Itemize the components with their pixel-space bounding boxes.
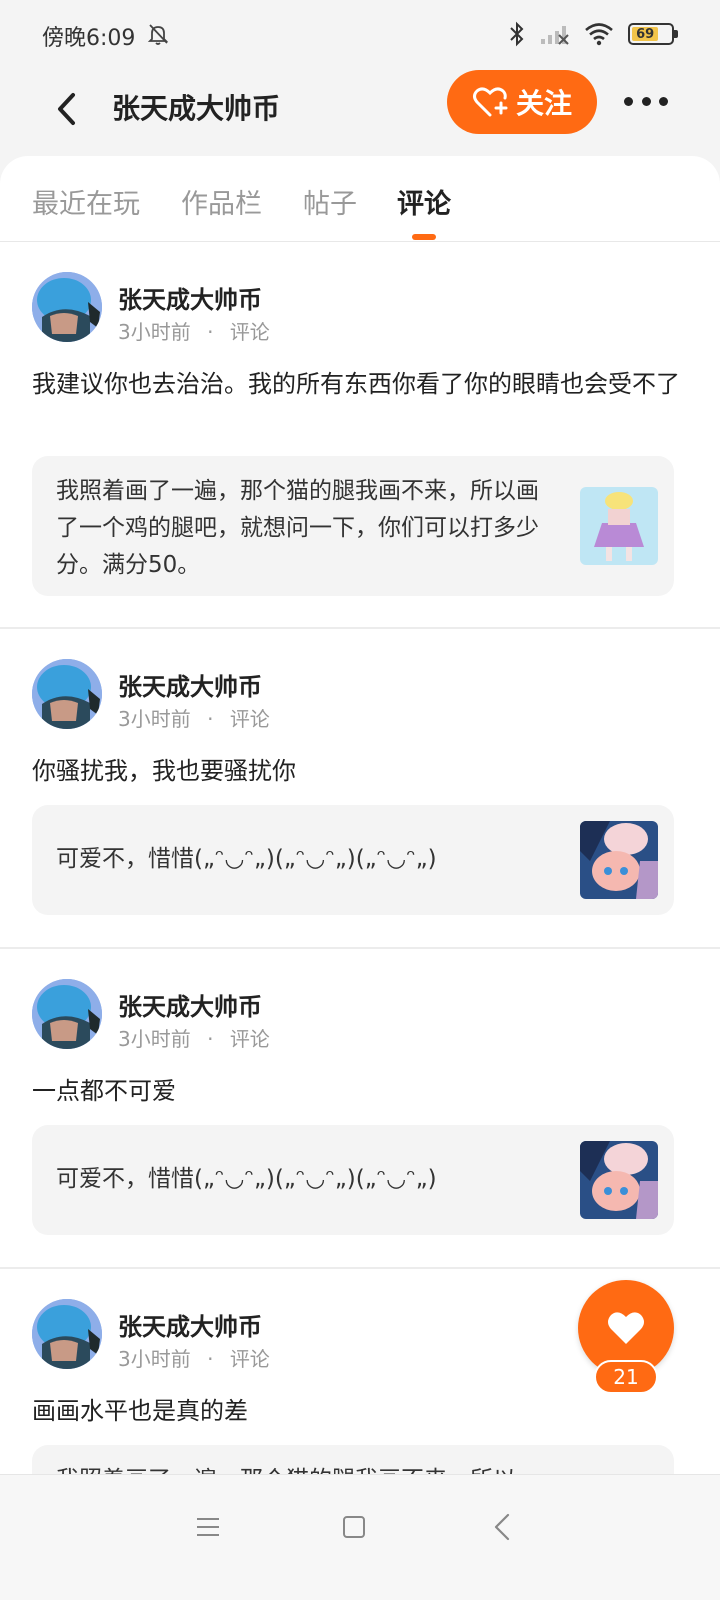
quoted-post-text: 可爱不，惜惜(„ᵔ◡ᵔ„)(„ᵔ◡ᵔ„)(„ᵔ◡ᵔ„)	[56, 1166, 437, 1192]
avatar[interactable]	[32, 1299, 102, 1369]
comment-text: 我建议你也去治治。我的所有东西你看了你的眼睛也会受不了	[32, 370, 680, 398]
more-dot-icon	[659, 96, 668, 106]
follow-button[interactable]: 关注	[447, 70, 597, 134]
battery-level: 69	[632, 27, 659, 42]
heart-plus-icon	[472, 87, 508, 117]
post-meta: 3小时前 · 评论	[118, 1347, 270, 1371]
quoted-post-text: 可爱不，惜惜(„ᵔ◡ᵔ„)(„ᵔ◡ᵔ„)(„ᵔ◡ᵔ„)	[56, 846, 437, 872]
like-count: 21	[594, 1360, 658, 1394]
post-time: 3小时前	[118, 707, 191, 731]
author-name[interactable]: 张天成大帅币	[118, 667, 262, 702]
post-meta: 3小时前 · 评论	[118, 320, 270, 344]
comment-text: 画画水平也是真的差	[32, 1397, 248, 1425]
avatar[interactable]	[32, 272, 102, 342]
post-time: 3小时前	[118, 1347, 191, 1371]
list-item[interactable]: 张天成大帅币 3小时前 · 评论 一点都不可爱 可爱不，惜惜(„ᵔ◡ᵔ„)(„ᵔ…	[0, 949, 720, 1269]
tab-bar: 最近在玩 作品栏 帖子 评论	[0, 156, 720, 242]
avatar[interactable]	[32, 979, 102, 1049]
post-meta: 3小时前 · 评论	[118, 707, 270, 731]
more-dot-icon	[624, 96, 633, 106]
menu-icon	[197, 1518, 219, 1536]
tab-posts[interactable]: 帖子	[303, 182, 357, 221]
post-meta: 3小时前 · 评论	[118, 1027, 270, 1051]
post-type: 评论	[229, 1347, 270, 1371]
square-icon	[343, 1516, 365, 1538]
quoted-post-text: 我照着画了一遍，那个猫的腿我画不来，所以画了一个鸡的腿吧，就想问一下，你们可以打…	[56, 478, 539, 578]
back-button[interactable]	[44, 84, 88, 134]
chevron-left-icon	[58, 93, 75, 125]
list-item[interactable]: 张天成大帅币 3小时前 · 评论 我建议你也去治治。我的所有东西你看了你的眼睛也…	[0, 242, 720, 629]
comment-text: 一点都不可爱	[32, 1077, 176, 1105]
home-button[interactable]	[334, 1507, 374, 1547]
more-dot-icon	[641, 96, 651, 106]
nav-back-button[interactable]	[482, 1507, 522, 1547]
heart-icon	[608, 1312, 644, 1344]
bell-off-icon	[147, 24, 169, 45]
wifi-icon	[585, 23, 613, 46]
active-tab-indicator	[412, 234, 436, 240]
back-triangle-icon	[494, 1513, 510, 1541]
quoted-post-thumbnail[interactable]	[580, 821, 658, 899]
post-time: 3小时前	[118, 320, 191, 344]
system-nav-bar	[0, 1474, 720, 1600]
tab-comments[interactable]: 评论	[397, 182, 451, 221]
comment-text: 你骚扰我，我也要骚扰你	[32, 757, 296, 785]
quoted-post[interactable]: 我照着画了一遍，那个猫的腿我画不来，所以画了一个鸡的腿吧，就想问一下，你们可以打…	[32, 456, 674, 596]
signal-icon	[541, 26, 569, 45]
quoted-post[interactable]: 可爱不，惜惜(„ᵔ◡ᵔ„)(„ᵔ◡ᵔ„)(„ᵔ◡ᵔ„)	[32, 805, 674, 915]
tab-recently-played[interactable]: 最近在玩	[32, 182, 140, 221]
post-time: 3小时前	[118, 1027, 191, 1051]
more-options-button[interactable]	[624, 84, 668, 118]
quoted-post[interactable]: 可爱不，惜惜(„ᵔ◡ᵔ„)(„ᵔ◡ᵔ„)(„ᵔ◡ᵔ„)	[32, 1125, 674, 1235]
page-title: 张天成大帅币	[112, 92, 281, 125]
post-type: 评论	[229, 1027, 270, 1051]
list-item[interactable]: 张天成大帅币 3小时前 · 评论 你骚扰我，我也要骚扰你 可爱不，惜惜(„ᵔ◡ᵔ…	[0, 629, 720, 949]
author-name[interactable]: 张天成大帅币	[118, 280, 262, 315]
follow-label: 关注	[515, 87, 572, 120]
tab-works[interactable]: 作品栏	[181, 182, 262, 221]
avatar[interactable]	[32, 659, 102, 729]
author-name[interactable]: 张天成大帅币	[118, 1307, 262, 1342]
status-time: 傍晚6:09	[42, 26, 136, 51]
menu-button[interactable]	[188, 1507, 228, 1547]
post-type: 评论	[229, 707, 270, 731]
header: 张天成大帅币 关注	[0, 70, 720, 156]
author-name[interactable]: 张天成大帅币	[118, 987, 262, 1022]
bluetooth-icon	[510, 21, 524, 47]
post-type: 评论	[229, 320, 270, 344]
quoted-post-thumbnail[interactable]	[580, 1141, 658, 1219]
status-bar: 傍晚6:09 69	[0, 0, 720, 70]
battery-icon: 69	[628, 23, 678, 45]
quoted-post-thumbnail[interactable]	[580, 487, 658, 565]
